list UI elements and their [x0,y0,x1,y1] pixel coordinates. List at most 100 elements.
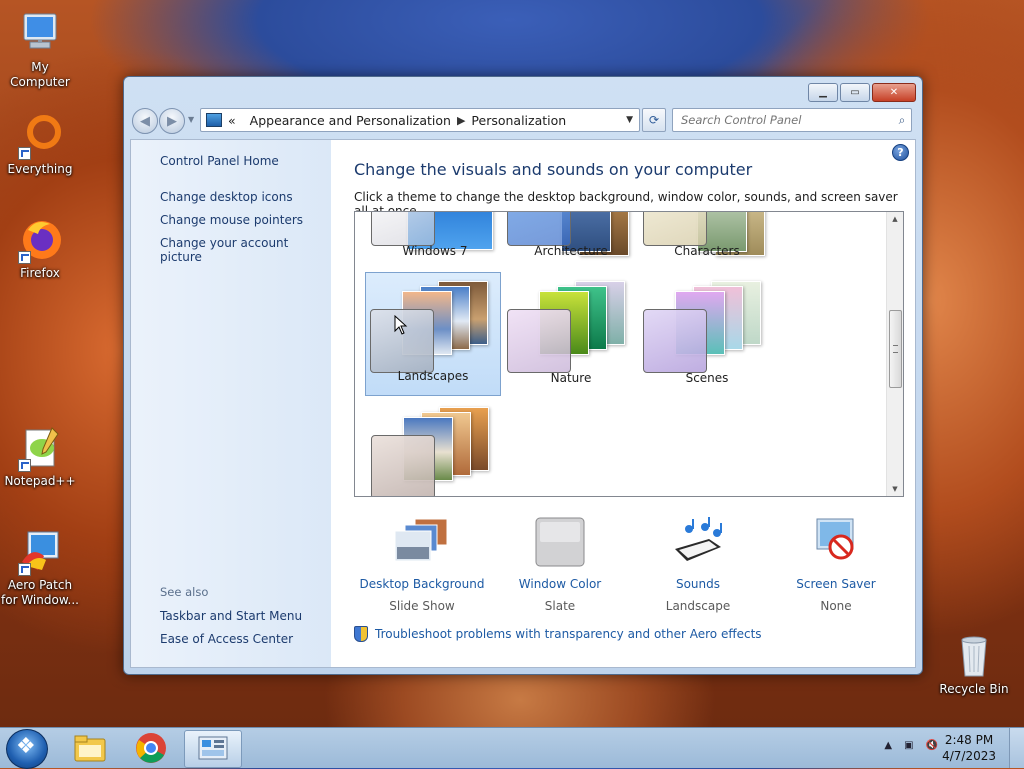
change-desktop-icons-link[interactable]: Change desktop icons [160,190,293,204]
desktop-icon-my-computer[interactable]: My Computer [0,10,80,90]
theme-nature[interactable]: Nature [503,273,639,397]
desktop-icon-aero-patch[interactable]: Aero Patch for Window... [0,528,80,608]
control-panel-home-link[interactable]: Control Panel Home [160,154,279,168]
address-bar[interactable]: « Appearance and Personalization ▶ Perso… [200,108,640,132]
theme-label: Windows 7 [402,244,468,258]
window-color-setting[interactable]: Window Color Slate [490,517,630,613]
screen-saver-setting[interactable]: Screen Saver None [766,517,906,613]
file-explorer-icon [74,735,106,762]
screen-saver-value: None [820,599,852,613]
breadcrumb-separator-icon[interactable]: ▶ [457,114,465,127]
control-panel-icon [198,736,228,760]
desktop-icon-everything[interactable]: Everything [0,112,80,177]
help-icon[interactable]: ? [892,144,909,161]
system-tray: ▲ ▣ 🔇 [884,740,938,751]
content-area: Control Panel Home Change desktop icons … [130,139,916,668]
refresh-button[interactable]: ⟳ [642,108,666,132]
desktop-icon-notepadpp[interactable]: Notepad++ [0,424,80,489]
breadcrumb-overflow[interactable]: « [228,113,236,128]
theme-architecture[interactable]: Architecture [503,212,639,270]
troubleshoot-link[interactable]: Troubleshoot problems with transparency … [354,626,762,642]
navigation-bar: ◀ ▶ ▼ « Appearance and Personalization ▶… [130,107,916,134]
change-account-picture-link[interactable]: Change your account picture [160,236,331,264]
shortcut-arrow-icon [18,459,31,472]
shortcut-arrow-icon [18,563,31,576]
search-input[interactable] [679,112,893,128]
see-also-heading: See also [160,585,209,599]
recent-pages-dropdown[interactable]: ▼ [188,115,194,124]
desktop-icon-recycle-bin[interactable]: Recycle Bin [934,632,1014,697]
theme-list-scrollbar[interactable]: ▲ ▼ [886,212,903,496]
window-color-value: Slate [544,599,576,613]
show-desktop-button[interactable] [1009,728,1024,768]
window-color-link[interactable]: Window Color [490,577,630,591]
mouse-cursor-icon [394,315,408,335]
desktop-icon-firefox[interactable]: Firefox [0,216,80,281]
taskbar: ▲ ▣ 🔇 2:48 PM 4/7/2023 [0,727,1024,769]
theme-windows-7[interactable]: Windows 7 [367,212,503,270]
ease-of-access-link[interactable]: Ease of Access Center [160,632,293,646]
start-button[interactable] [6,729,48,769]
firefox-icon [16,216,64,264]
control-panel-icon [206,113,222,127]
desktop-background-icon [393,517,451,567]
troubleshoot-text[interactable]: Troubleshoot problems with transparency … [375,627,762,641]
theme-list: Windows 7 Architecture Characters Landsc… [354,211,904,497]
sounds-icon [669,517,727,567]
desktop-icon-label: Firefox [20,266,60,280]
breadcrumb-appearance[interactable]: Appearance and Personalization [250,113,451,128]
back-arrow-icon: ◀ [140,113,150,129]
theme-characters[interactable]: Characters [639,212,775,270]
theme-label: Characters [674,244,740,258]
desktop-icon-label: My Computer [10,60,70,89]
aero-patch-icon [16,528,64,576]
window-color-icon [531,517,589,567]
theme-settings: Desktop Background Slide Show Window Col… [354,517,902,613]
refresh-icon: ⟳ [648,113,660,127]
change-mouse-pointers-link[interactable]: Change mouse pointers [160,213,303,227]
desktop-background-link[interactable]: Desktop Background [352,577,492,591]
desktop-background-setting[interactable]: Desktop Background Slide Show [352,517,492,613]
sounds-link[interactable]: Sounds [628,577,768,591]
taskbar-file-explorer[interactable] [62,730,118,766]
maximize-button[interactable]: ▭ [840,83,870,102]
computer-icon [16,10,64,58]
caption-buttons: ▁ ▭ ✕ [808,83,916,102]
left-pane: Control Panel Home Change desktop icons … [131,140,331,667]
minimize-button[interactable]: ▁ [808,83,838,102]
everything-icon [16,112,64,160]
clock-time: 2:48 PM [944,733,994,747]
close-button[interactable]: ✕ [872,83,916,102]
shortcut-arrow-icon [18,147,31,160]
theme-scenes[interactable]: Scenes [639,273,775,397]
network-icon[interactable]: ▣ [904,740,913,751]
shortcut-arrow-icon [18,251,31,264]
shield-icon [354,626,368,642]
theme-label: Scenes [685,371,729,385]
notepadpp-icon [16,424,64,472]
screen-saver-link[interactable]: Screen Saver [766,577,906,591]
search-box[interactable]: ⌕ [672,108,912,132]
clock[interactable]: 2:48 PM 4/7/2023 [942,732,996,764]
taskbar-chrome[interactable] [123,730,179,766]
recycle-bin-icon [950,632,998,680]
sounds-setting[interactable]: Sounds Landscape [628,517,768,613]
scroll-down-icon[interactable]: ▼ [887,482,903,496]
scroll-up-icon[interactable]: ▲ [887,212,903,226]
main-pane: ? Change the visuals and sounds on your … [331,140,915,667]
search-icon[interactable]: ⌕ [893,113,911,128]
volume-muted-icon[interactable]: 🔇 [926,740,938,751]
desktop-icon-label: Recycle Bin [939,682,1009,696]
taskbar-start-menu-link[interactable]: Taskbar and Start Menu [160,609,302,623]
address-dropdown-icon[interactable]: ▼ [626,115,633,125]
taskbar-control-panel[interactable] [184,730,242,768]
breadcrumb-personalization[interactable]: Personalization [471,113,566,128]
personalization-window: ▁ ▭ ✕ ◀ ▶ ▼ « Appearance and Personaliza… [123,76,923,675]
desktop-icon-label: Everything [7,162,73,176]
scrollbar-thumb[interactable] [889,310,902,388]
forward-button[interactable]: ▶ [159,108,185,134]
show-hidden-icons-icon[interactable]: ▲ [884,740,892,751]
theme-item[interactable] [367,399,503,496]
theme-landscapes[interactable]: Landscapes [365,272,501,396]
back-button[interactable]: ◀ [132,108,158,134]
